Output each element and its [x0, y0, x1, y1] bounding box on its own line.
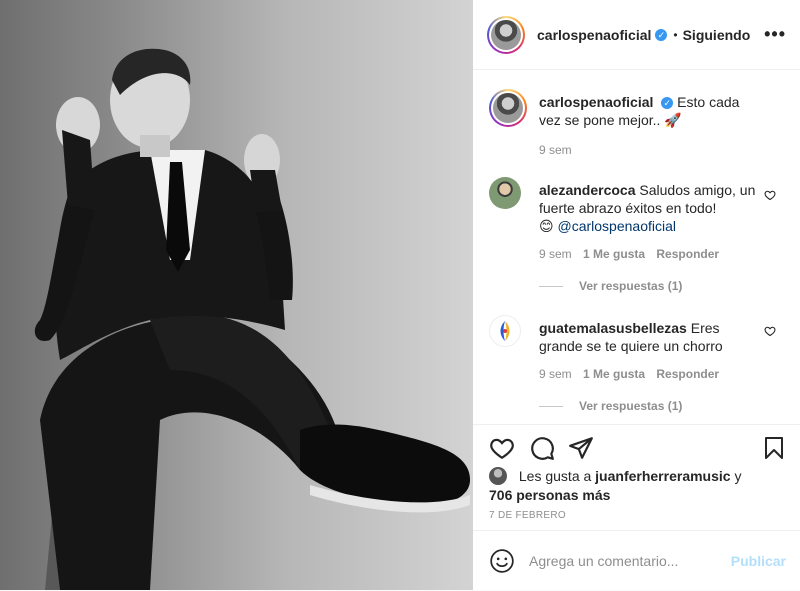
author-avatar[interactable] [487, 15, 525, 54]
separator-dot: • [673, 27, 678, 42]
comment-item: alezandercoca Saludos amigo, un fuerte a… [489, 177, 784, 297]
post-actions-bar [473, 424, 800, 465]
comment-avatar[interactable] [489, 177, 521, 209]
reply-button[interactable]: Responder [656, 367, 719, 381]
likes-joiner: y [734, 468, 742, 484]
caption-avatar[interactable] [489, 89, 527, 127]
comment-username[interactable]: alezandercoca [539, 182, 636, 198]
post-detail-panel: carlospenaoficial ✓ • Siguiendo ••• carl… [473, 0, 800, 590]
author-avatar-image [491, 19, 521, 50]
post-header: carlospenaoficial ✓ • Siguiendo ••• [473, 0, 800, 70]
author-username[interactable]: carlospenaoficial [537, 27, 651, 43]
caption-username[interactable]: carlospenaoficial [539, 94, 653, 110]
like-comment-heart-icon[interactable] [764, 325, 776, 337]
replies-divider-line [539, 285, 563, 287]
add-comment-bar: Agrega un comentario... Publicar [473, 530, 800, 591]
comment-text-block: guatemalasusbellezas Eres grande se te q… [539, 319, 762, 355]
smile-emoji: 😊 [539, 218, 554, 234]
caption-time: 9 sem [539, 143, 572, 157]
guatemala-logo-icon [500, 321, 510, 341]
post-photo[interactable] [0, 0, 473, 590]
likes-prefix: Les gusta a [518, 468, 592, 484]
comment-bubble-icon[interactable] [529, 435, 555, 461]
photo-illustration [34, 48, 470, 590]
comment-meta: 9 sem 1 Me gusta Responder [539, 247, 719, 261]
caption-text-block: carlospenaoficial ✓ Esto cada vez se pon… [539, 93, 762, 129]
more-options-icon[interactable]: ••• [764, 24, 786, 45]
comment-mention-link[interactable]: @carlospenaoficial [558, 218, 677, 234]
comment-meta: 9 sem 1 Me gusta Responder [539, 367, 719, 381]
view-replies-button[interactable]: Ver respuestas (1) [539, 279, 682, 293]
comment-time: 9 sem [539, 247, 572, 261]
following-button[interactable]: Siguiendo [683, 27, 751, 43]
reply-button[interactable]: Responder [656, 247, 719, 261]
replies-divider-line [539, 405, 563, 407]
likes-summary: Les gusta a juanferherreramusic y 706 pe… [489, 467, 786, 505]
comments-list[interactable]: carlospenaoficial ✓ Esto cada vez se pon… [473, 71, 800, 423]
rocket-emoji: 🚀 [664, 112, 682, 128]
verified-badge-icon: ✓ [661, 97, 674, 109]
comment-avatar[interactable] [489, 315, 521, 347]
comment-input[interactable]: Agrega un comentario... [529, 553, 731, 569]
post-date[interactable]: 7 DE FEBRERO [489, 510, 566, 521]
caption: carlospenaoficial ✓ Esto cada vez se pon… [489, 89, 784, 159]
comment-likes-count[interactable]: 1 Me gusta [583, 367, 645, 381]
view-replies-button[interactable]: Ver respuestas (1) [539, 399, 682, 413]
view-replies-label: Ver respuestas (1) [579, 279, 683, 293]
comment-time: 9 sem [539, 367, 572, 381]
comment-username[interactable]: guatemalasusbellezas [539, 320, 687, 336]
comment-likes-count[interactable]: 1 Me gusta [583, 247, 645, 261]
likes-others-count[interactable]: 706 personas más [489, 487, 610, 503]
liker-username[interactable]: juanferherreramusic [595, 468, 730, 484]
emoji-picker-icon[interactable] [489, 548, 515, 574]
like-comment-heart-icon[interactable] [764, 189, 776, 201]
like-heart-icon[interactable] [489, 435, 515, 461]
save-bookmark-icon[interactable] [762, 435, 786, 461]
verified-badge-icon: ✓ [655, 28, 668, 41]
comment-text-block: alezandercoca Saludos amigo, un fuerte a… [539, 181, 762, 235]
view-replies-label: Ver respuestas (1) [579, 399, 683, 413]
share-send-icon[interactable] [568, 435, 594, 461]
publish-button[interactable]: Publicar [731, 553, 786, 569]
comment-item: guatemalasusbellezas Eres grande se te q… [489, 315, 784, 423]
liker-avatar[interactable] [489, 467, 507, 485]
